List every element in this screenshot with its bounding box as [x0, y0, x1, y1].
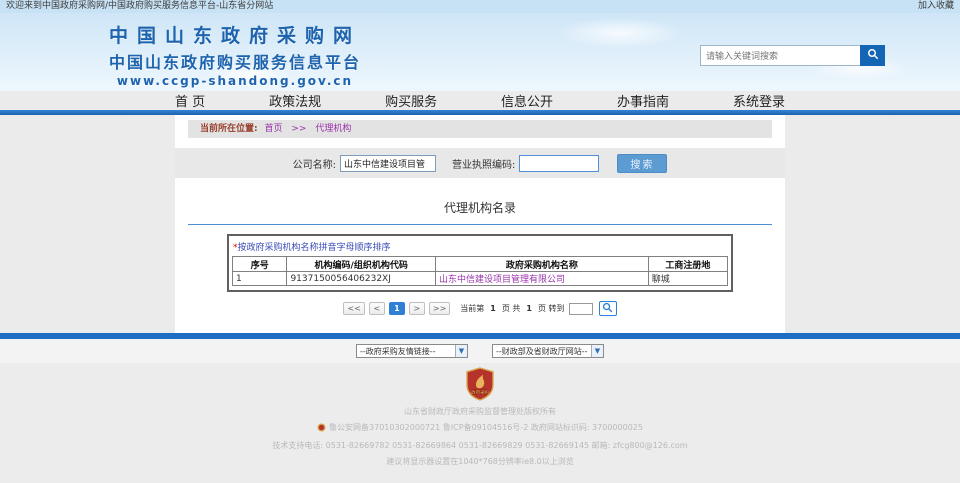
gov-procurement-emblem[interactable]: 政府采购: [466, 367, 494, 403]
search-button[interactable]: [860, 45, 885, 66]
page-title: 代理机构名录: [443, 201, 516, 215]
site-header: 中国山东政府采购网 中国山东政府购买服务信息平台 www.ccgp-shando…: [0, 13, 960, 91]
header-search: [700, 45, 885, 66]
page-prev-button[interactable]: <: [368, 302, 385, 315]
page-status-total: 1: [526, 304, 532, 313]
main-content: 当前所在位置: 首页 >> 代理机构 公司名称: 营业执照编码: 搜索 代理机构…: [175, 115, 785, 333]
note-text: 按政府采购机构名称拼音字母顺序排序: [237, 243, 391, 253]
search-icon: [867, 48, 879, 63]
col-location: 工商注册地: [647, 256, 729, 272]
logo-subtitle: 中国山东政府购买服务信息平台: [108, 53, 361, 72]
main-nav: 首 页 政策法规 购买服务 信息公开 办事指南 系统登录: [175, 91, 785, 110]
beian-line: 鲁公安网备37010302000721 鲁ICP备09104516号-2 政府网…: [0, 422, 960, 435]
friend-links-value: --政府采购友情链接--: [360, 346, 436, 356]
breadcrumb-home-link[interactable]: 首页: [264, 124, 282, 134]
company-name-input[interactable]: [340, 154, 436, 172]
table-row: 1 9137150056406232XJ 山东中信建设项目管理有限公司 聊城: [231, 271, 729, 286]
col-name: 政府采购机构名称: [434, 256, 649, 272]
nav-item-info-disclosure[interactable]: 信息公开: [501, 91, 553, 110]
breadcrumb-current[interactable]: 代理机构: [315, 124, 351, 134]
logo-title: 中国山东政府采购网: [108, 25, 361, 47]
form-search-button[interactable]: 搜索: [617, 153, 668, 173]
agency-table-box: *按政府采购机构名称拼音字母顺序排序 序号 机构编码/组织机构代码 政府采购机构…: [227, 234, 733, 292]
cell-location: 聊城: [647, 271, 729, 286]
agency-table: 序号 机构编码/组织机构代码 政府采购机构名称 工商注册地 1 91371500…: [231, 256, 729, 286]
col-index: 序号: [231, 256, 288, 272]
page-last-button[interactable]: >>: [428, 302, 451, 315]
resolution-text: 建议将显示器设置在1040*768分辨率ie8.0以上浏览: [386, 457, 574, 466]
chevron-down-icon: ▼: [591, 345, 603, 357]
nav-item-login[interactable]: 系统登录: [733, 91, 785, 110]
gov-sites-value: --财政部及省财政厅网站--: [496, 346, 588, 356]
license-code-label: 营业执照编码:: [452, 159, 516, 171]
table-header-row: 序号 机构编码/组织机构代码 政府采购机构名称 工商注册地: [231, 256, 729, 272]
chevron-down-icon: ▼: [455, 345, 467, 357]
agency-search-form: 公司名称: 营业执照编码: 搜索: [175, 148, 785, 178]
welcome-text: 欢迎来到中国政府采购网/中国政府购买服务信息平台-山东省分网站: [6, 1, 274, 11]
gov-sites-select[interactable]: --财政部及省财政厅网站-- ▼: [492, 344, 604, 358]
company-name-label: 公司名称:: [292, 159, 336, 171]
add-favorite-link[interactable]: 加入收藏: [918, 0, 954, 13]
breadcrumb-separator: >>: [291, 124, 307, 134]
nav-item-home[interactable]: 首 页: [175, 91, 205, 110]
agency-name-link[interactable]: 山东中信建设项目管理有限公司: [439, 275, 565, 285]
page-first-button[interactable]: <<: [343, 302, 365, 315]
footer-links-strip: --政府采购友情链接-- ▼ --财政部及省财政厅网站-- ▼: [0, 339, 960, 363]
cell-name: 山东中信建设项目管理有限公司: [434, 271, 649, 286]
police-badge-icon: [317, 423, 326, 435]
cell-index: 1: [231, 271, 288, 286]
cell-code: 9137150056406232XJ: [286, 271, 436, 286]
page-status-suffix: 页 转到: [537, 304, 565, 313]
title-underline: [188, 224, 772, 225]
page-status-prefix: 当前第: [460, 304, 485, 313]
breadcrumb: 当前所在位置: 首页 >> 代理机构: [188, 120, 772, 138]
breadcrumb-label: 当前所在位置:: [200, 124, 258, 134]
search-input[interactable]: [700, 45, 860, 66]
friend-links-select[interactable]: --政府采购友情链接-- ▼: [356, 344, 468, 358]
nav-item-policy[interactable]: 政策法规: [269, 91, 321, 110]
sort-note: *按政府采购机构名称拼音字母顺序排序: [233, 240, 728, 253]
col-code: 机构编码/组织机构代码: [286, 256, 436, 272]
support-text: 技术支持电话: 0531-82669782 0531-82669864 0531…: [272, 441, 688, 450]
topbar: 欢迎来到中国政府采购网/中国政府购买服务信息平台-山东省分网站 加入收藏: [0, 0, 960, 13]
nav-item-guide[interactable]: 办事指南: [617, 91, 669, 110]
site-logo[interactable]: 中国山东政府采购网 中国山东政府购买服务信息平台 www.ccgp-shando…: [70, 21, 400, 88]
page-next-button[interactable]: >: [408, 302, 425, 315]
goto-page-input[interactable]: [568, 302, 593, 315]
pagination: << < 1 > >> 当前第 1 页 共 1 页 转到: [175, 301, 785, 316]
beian-text: 鲁公安网备37010302000721 鲁ICP备09104516号-2 政府网…: [329, 423, 643, 432]
site-footer: 政府采购 山东省财政厅政府采购监督管理处版权所有 鲁公安网备3701030200…: [0, 363, 960, 483]
logo-url: www.ccgp-shandong.gov.cn: [116, 74, 354, 88]
emblem-label: 政府采购: [471, 389, 489, 396]
copyright-text: 山东省财政厅政府采购监督管理处版权所有: [404, 407, 556, 416]
page-current-button[interactable]: 1: [388, 302, 405, 315]
page-status-current: 1: [490, 304, 496, 313]
goto-magnifier-icon: [602, 302, 613, 315]
page-status-mid: 页 共: [501, 304, 521, 313]
license-code-input[interactable]: [519, 154, 600, 172]
nav-item-purchase-service[interactable]: 购买服务: [385, 91, 437, 110]
goto-page-button[interactable]: [598, 301, 617, 316]
